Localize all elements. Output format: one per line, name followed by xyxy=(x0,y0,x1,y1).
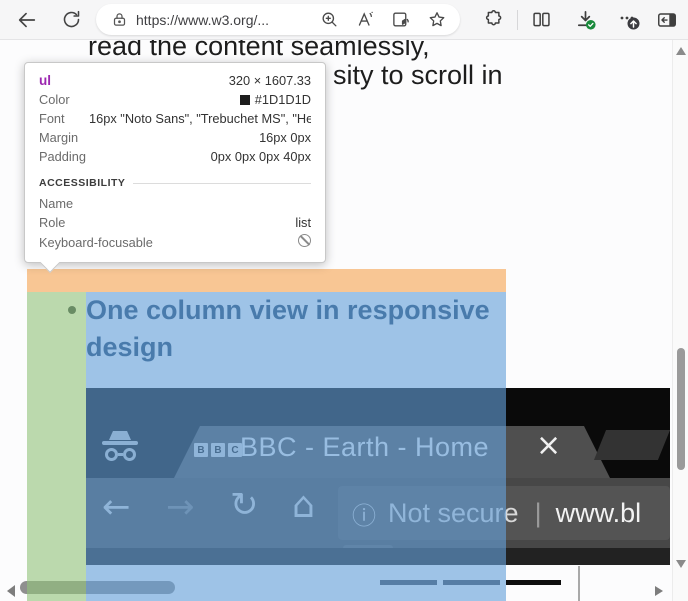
list-bullet xyxy=(68,306,76,314)
screenshot-home-icon: ⌂ xyxy=(292,485,315,526)
toolbar-right-icons xyxy=(479,4,682,35)
not-secure-label: Not secure xyxy=(388,498,519,529)
url-domain-text: www.bl xyxy=(556,498,642,529)
hscroll-left-arrow[interactable] xyxy=(7,585,15,597)
puzzle-icon xyxy=(484,9,505,30)
refresh-button[interactable] xyxy=(56,5,86,35)
a11y-row-label: Keyboard-focusable xyxy=(39,233,189,252)
back-arrow-icon xyxy=(16,9,38,31)
a11y-row-label: Name xyxy=(39,194,159,213)
vscroll-down-arrow[interactable] xyxy=(676,560,686,568)
section-divider xyxy=(133,183,311,184)
read-aloud-button[interactable] xyxy=(352,7,378,33)
screenshot-tab-title: BBC - Earth - Home xyxy=(240,432,489,463)
highlight-margin-overlay xyxy=(27,269,506,292)
vscroll-thumb[interactable] xyxy=(677,348,685,470)
screenshot-close-tab-icon: × xyxy=(536,428,561,463)
screenshot-bottom-strip xyxy=(86,548,670,565)
info-icon: ⓘ xyxy=(352,496,376,531)
toolbar-divider xyxy=(517,10,518,30)
page-fragment-dash xyxy=(443,580,500,585)
a11y-row-value: list xyxy=(167,213,311,232)
split-screen-button[interactable] xyxy=(526,5,556,35)
bbc-mobile-screenshot-image: B B C BBC - Earth - Home × ← → ↻ ⌂ ⓘ Not… xyxy=(86,388,670,565)
devtools-inspect-tooltip: ul 320 × 1607.33 Color #1D1D1D Font 16px… xyxy=(24,62,326,263)
extensions-button[interactable] xyxy=(479,5,509,35)
back-button[interactable] xyxy=(12,5,42,35)
sidebar-toggle-button[interactable] xyxy=(652,5,682,35)
star-icon xyxy=(427,10,447,29)
address-bar[interactable]: https://www.w3.org/... xyxy=(96,4,460,35)
magnifier-plus-icon xyxy=(320,10,339,29)
settings-more-button[interactable] xyxy=(614,5,644,35)
paragraph-line-fragment: sity to scroll in xyxy=(333,60,503,91)
reader-speaker-icon xyxy=(391,10,411,29)
inspected-tag-name: ul xyxy=(39,71,51,90)
url-separator: | xyxy=(535,498,542,529)
screenshot-forward-icon: → xyxy=(166,487,195,527)
tooltip-row-label: Font xyxy=(39,109,81,128)
tooltip-row-value: 16px 0px xyxy=(89,128,311,147)
paragraph-line: read the content seamlessly, xyxy=(88,40,430,62)
vertical-scrollbar[interactable] xyxy=(672,40,688,601)
downloads-button[interactable] xyxy=(570,5,600,35)
screenshot-toolbar: ← → ↻ ⌂ ⓘ Not secure | www.bl xyxy=(86,478,670,548)
bbc-logo-block: B xyxy=(211,443,225,457)
hscroll-right-arrow[interactable] xyxy=(655,586,663,596)
hscroll-thumb[interactable] xyxy=(20,581,175,594)
color-swatch xyxy=(240,95,250,105)
favorites-button[interactable] xyxy=(424,7,450,33)
zoom-button[interactable] xyxy=(316,7,342,33)
accessibility-section-title: ACCESSIBILITY xyxy=(39,177,125,189)
url-text[interactable]: https://www.w3.org/... xyxy=(136,12,316,28)
edge-browser-window: https://www.w3.org/... xyxy=(0,0,688,601)
download-done-icon xyxy=(574,8,597,31)
page-fragment-line xyxy=(578,566,580,601)
screenshot-reload-icon: ↻ xyxy=(230,485,259,525)
page-fragment-dash xyxy=(380,580,437,585)
list-item-text: One column view in responsive design xyxy=(86,292,498,366)
page-fragment-dash xyxy=(506,580,561,585)
incognito-icon xyxy=(100,431,140,461)
vscroll-up-arrow[interactable] xyxy=(676,47,686,55)
screenshot-url-bar: ⓘ Not secure | www.bl xyxy=(338,486,670,540)
split-screen-icon xyxy=(531,9,552,30)
not-focusable-icon xyxy=(298,234,311,247)
screenshot-back-icon: ← xyxy=(102,487,131,527)
highlight-padding-overlay xyxy=(27,292,86,601)
tooltip-row-value: 0px 0px 0px 40px xyxy=(94,147,311,166)
bbc-logo: B B C xyxy=(194,443,242,457)
tooltip-row-value: 16px "Noto Sans", "Trebuchet MS", "Helv.… xyxy=(89,109,311,128)
tooltip-row-value: #1D1D1D xyxy=(89,90,311,109)
refresh-icon xyxy=(61,9,82,30)
lock-icon xyxy=(112,11,127,28)
tooltip-row-label: Color xyxy=(39,90,81,109)
ellipsis-update-badge-icon xyxy=(617,8,641,32)
inspected-dimensions: 320 × 1607.33 xyxy=(229,71,311,90)
sidebar-icon xyxy=(656,9,678,31)
immersive-reader-button[interactable] xyxy=(388,7,414,33)
tooltip-row-label: Margin xyxy=(39,128,81,147)
browser-toolbar: https://www.w3.org/... xyxy=(0,0,688,40)
screenshot-ghost-tab xyxy=(594,430,670,460)
bbc-logo-block: B xyxy=(194,443,208,457)
tooltip-row-label: Padding xyxy=(39,147,86,166)
a11y-row-label: Role xyxy=(39,213,159,232)
read-aloud-icon xyxy=(355,10,375,29)
